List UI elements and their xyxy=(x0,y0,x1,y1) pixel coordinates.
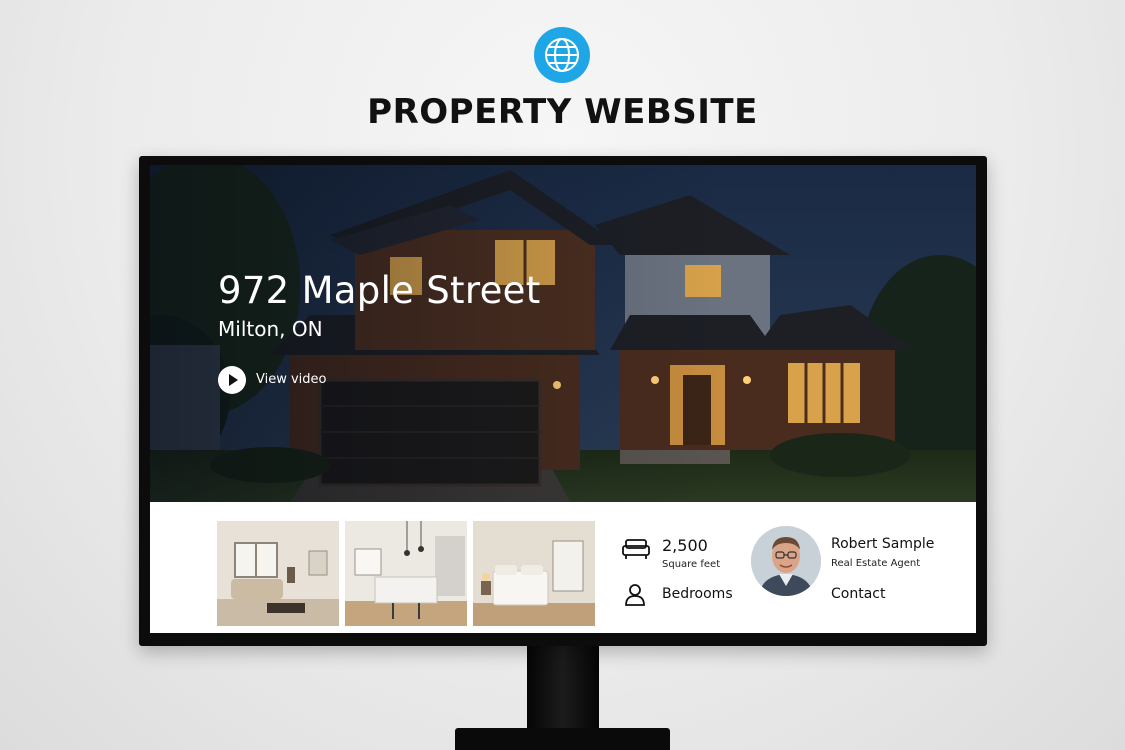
agent-avatar xyxy=(751,526,821,596)
agent-role: Real Estate Agent xyxy=(831,558,921,569)
contact-link[interactable]: Contact xyxy=(831,586,885,602)
property-city: Milton, ON xyxy=(218,317,323,341)
monitor-base xyxy=(455,728,670,750)
area-value: 2,500 xyxy=(662,536,708,555)
hero-banner: 972 Maple Street Milton, ON View video xyxy=(150,165,976,502)
property-address: 972 Maple Street xyxy=(218,269,541,312)
agent-name: Robert Sample xyxy=(831,536,935,552)
kitchen-photo[interactable] xyxy=(345,521,467,626)
bedroom-photo[interactable] xyxy=(473,521,595,626)
play-icon[interactable] xyxy=(218,366,246,394)
bedrooms-label: Bedrooms xyxy=(662,586,733,602)
globe-icon xyxy=(534,27,590,83)
person-icon xyxy=(625,584,645,606)
monitor: 972 Maple Street Milton, ON View video 2… xyxy=(139,156,987,646)
living-room-photo[interactable] xyxy=(217,521,339,626)
area-label: Square feet xyxy=(662,559,721,570)
view-video-link[interactable]: View video xyxy=(256,372,327,387)
website-screen: 972 Maple Street Milton, ON View video 2… xyxy=(150,165,976,633)
page-title: PROPERTY WEBSITE xyxy=(367,92,758,132)
monitor-stand xyxy=(527,640,599,730)
sofa-icon xyxy=(622,539,650,559)
